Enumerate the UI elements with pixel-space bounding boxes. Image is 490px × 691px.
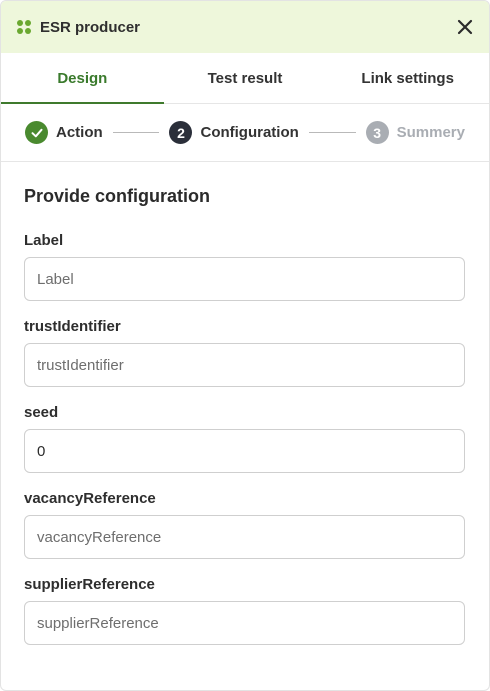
close-icon (457, 19, 473, 35)
trust-identifier-input[interactable] (24, 343, 465, 387)
seed-input[interactable] (24, 429, 465, 473)
stepper: Action 2 Configuration 3 Summery (1, 104, 489, 162)
step-done-circle (25, 121, 48, 144)
field-label-text: supplierReference (24, 576, 155, 593)
field-label: Label (24, 232, 465, 301)
field-seed: seed (24, 404, 465, 473)
field-label-text: Label (24, 232, 64, 249)
step-connector (308, 132, 356, 133)
vacancy-reference-input[interactable] (24, 515, 465, 559)
step-action[interactable]: Action (25, 121, 103, 144)
panel-header: ESR producer (1, 1, 489, 53)
step-label-action: Action (56, 124, 103, 141)
esr-producer-panel: ESR producer Design Test result Link set… (0, 0, 490, 691)
step-number-2: 2 (169, 121, 193, 144)
field-label-text: seed (24, 404, 59, 421)
step-connector (112, 132, 160, 133)
field-label-text: vacancyReference (24, 490, 156, 507)
tab-test-result[interactable]: Test result (164, 53, 327, 103)
panel-title: ESR producer (40, 18, 141, 36)
field-trust-identifier: trustIdentifier (24, 318, 465, 387)
form-title: Provide configuration (24, 186, 211, 206)
check-icon (31, 128, 42, 137)
label-input[interactable] (24, 257, 465, 301)
close-button[interactable] (455, 17, 475, 37)
tab-design[interactable]: Design (1, 53, 164, 104)
field-supplier-reference: supplierReference (24, 576, 465, 645)
field-label-text: trustIdentifier (24, 318, 121, 335)
supplier-reference-input[interactable] (24, 601, 465, 645)
step-summery[interactable]: 3 Summery (365, 121, 465, 144)
step-label-configuration: Configuration (200, 124, 299, 141)
tab-bar: Design Test result Link settings (1, 53, 489, 104)
field-vacancy-reference: vacancyReference (24, 490, 465, 559)
step-configuration[interactable]: 2 Configuration (169, 121, 299, 144)
step-label-summery: Summery (396, 124, 465, 141)
configuration-form: Provide configuration Label trustIdentif… (24, 162, 465, 645)
tab-link-settings[interactable]: Link settings (326, 53, 489, 103)
app-grid-icon (17, 20, 31, 34)
step-number-3: 3 (365, 121, 389, 144)
